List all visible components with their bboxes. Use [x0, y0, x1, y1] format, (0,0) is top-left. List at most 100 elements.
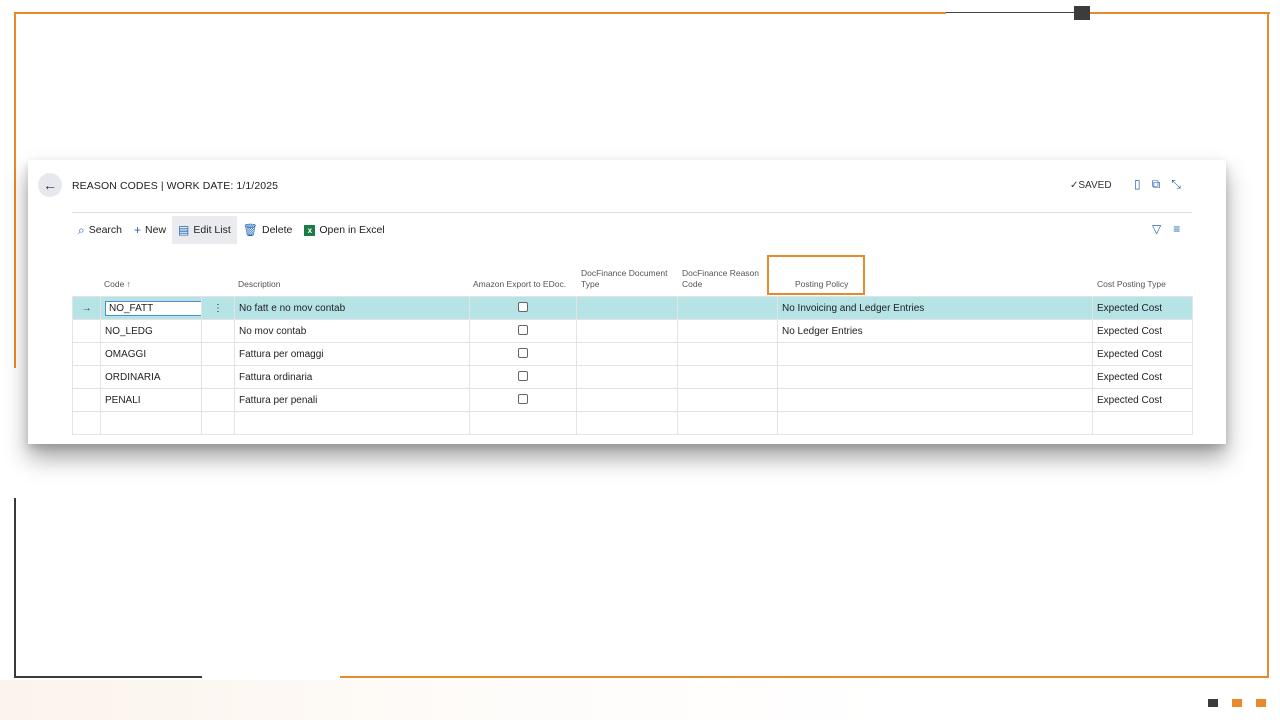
- table-row-empty[interactable]: [72, 411, 1193, 435]
- search-button[interactable]: ⌕ Search: [72, 216, 128, 244]
- posting-policy-cell[interactable]: [777, 365, 1093, 389]
- cost-posting-type-cell[interactable]: [1092, 411, 1193, 435]
- open-in-excel-button[interactable]: x Open in Excel: [298, 216, 390, 244]
- cost-posting-type-cell[interactable]: Expected Cost: [1092, 342, 1193, 366]
- column-header-code[interactable]: Code ↑: [104, 279, 131, 290]
- table-row[interactable]: ORDINARIA Fattura ordinaria Expected Cos…: [72, 365, 1193, 389]
- docfinance-document-type-cell[interactable]: [576, 365, 678, 389]
- description-cell[interactable]: Fattura per penali: [234, 388, 470, 412]
- code-input[interactable]: NO_FATT: [105, 300, 201, 316]
- table-row[interactable]: OMAGGI Fattura per omaggi Expected Cost: [72, 342, 1193, 366]
- code-cell[interactable]: OMAGGI: [100, 342, 202, 366]
- bottom-decoration: [0, 680, 1280, 720]
- docfinance-reason-code-cell[interactable]: [677, 388, 778, 412]
- description-cell[interactable]: No fatt e no mov contab: [234, 296, 470, 320]
- frame-left-line: [14, 12, 16, 368]
- description-cell[interactable]: [234, 411, 470, 435]
- row-menu-cell: [201, 411, 235, 435]
- cost-posting-type-cell[interactable]: Expected Cost: [1092, 365, 1193, 389]
- posting-policy-cell[interactable]: [777, 388, 1093, 412]
- more-icon[interactable]: ⋮: [201, 296, 235, 320]
- cost-posting-type-cell[interactable]: Expected Cost: [1092, 319, 1193, 343]
- column-header-description[interactable]: Description: [238, 279, 281, 290]
- frame-bottom-dark-line: [14, 676, 202, 678]
- row-indicator: [72, 365, 101, 389]
- edit-list-icon: ▤: [178, 223, 190, 237]
- amazon-export-cell[interactable]: [469, 319, 577, 343]
- description-cell[interactable]: No mov contab: [234, 319, 470, 343]
- amazon-export-cell[interactable]: [469, 388, 577, 412]
- table-row[interactable]: NO_LEDG No mov contab No Ledger Entries …: [72, 319, 1193, 343]
- row-menu-cell: [201, 342, 235, 366]
- header-line: DocFinance Reason: [682, 268, 760, 278]
- back-arrow-icon[interactable]: ←: [38, 173, 62, 197]
- page-title: REASON CODES | WORK DATE: 1/1/2025: [72, 180, 279, 192]
- docfinance-reason-code-cell[interactable]: [677, 296, 778, 320]
- cost-posting-type-cell[interactable]: Expected Cost: [1092, 388, 1193, 412]
- cost-posting-type-cell[interactable]: Expected Cost: [1092, 296, 1193, 320]
- amazon-export-cell[interactable]: [469, 365, 577, 389]
- header-line: Code: [682, 279, 703, 289]
- column-header-docfinance-document-type[interactable]: DocFinance Document Type: [581, 268, 667, 290]
- column-header-docfinance-reason-code[interactable]: DocFinance Reason Code: [682, 268, 759, 290]
- column-header-posting-policy[interactable]: Posting Policy: [795, 279, 848, 290]
- amazon-export-cell[interactable]: [469, 411, 577, 435]
- reason-codes-grid: Code ↑ Description Amazon Export to EDoc…: [72, 252, 1193, 435]
- row-arrow-icon: →: [72, 296, 101, 320]
- docfinance-reason-code-cell[interactable]: [677, 365, 778, 389]
- amazon-export-cell[interactable]: [469, 342, 577, 366]
- code-cell[interactable]: ORDINARIA: [100, 365, 202, 389]
- filter-icon[interactable]: ▽: [1152, 222, 1161, 236]
- posting-policy-cell[interactable]: [777, 342, 1093, 366]
- delete-button[interactable]: 🗑 Delete: [237, 216, 299, 244]
- slide-dots: [1208, 699, 1266, 707]
- posting-policy-cell[interactable]: No Ledger Entries: [777, 319, 1093, 343]
- docfinance-document-type-cell[interactable]: [576, 296, 678, 320]
- column-header-amazon-export[interactable]: Amazon Export to EDoc.: [473, 279, 566, 290]
- code-cell[interactable]: NO_FATT: [100, 296, 202, 320]
- amazon-export-checkbox[interactable]: [518, 324, 528, 335]
- open-new-window-icon[interactable]: ⧉: [1152, 177, 1161, 192]
- row-indicator: [72, 342, 101, 366]
- table-row[interactable]: → NO_FATT ⋮ No fatt e no mov contab No I…: [72, 296, 1193, 320]
- grid-table: → NO_FATT ⋮ No fatt e no mov contab No I…: [72, 296, 1193, 435]
- frame-left-dark-line: [14, 498, 16, 678]
- search-label: Search: [88, 224, 123, 236]
- bookmark-icon[interactable]: ▯: [1134, 177, 1141, 192]
- column-header-cost-posting-type[interactable]: Cost Posting Type: [1097, 279, 1166, 290]
- amazon-export-checkbox[interactable]: [518, 347, 528, 358]
- frame-top-dark-line: [946, 12, 1074, 13]
- code-cell[interactable]: [100, 411, 202, 435]
- amazon-export-checkbox[interactable]: [518, 301, 528, 312]
- frame-corner-square: [1074, 6, 1090, 20]
- code-cell[interactable]: NO_LEDG: [100, 319, 202, 343]
- docfinance-document-type-cell[interactable]: [576, 342, 678, 366]
- collapse-icon[interactable]: ⤡: [1171, 177, 1181, 192]
- row-menu-cell: [201, 365, 235, 389]
- table-row[interactable]: PENALI Fattura per penali Expected Cost: [72, 388, 1193, 412]
- amazon-export-cell[interactable]: [469, 296, 577, 320]
- docfinance-reason-code-cell[interactable]: [677, 342, 778, 366]
- new-button[interactable]: + New: [128, 216, 172, 244]
- edit-list-button[interactable]: ▤ Edit List: [172, 216, 237, 244]
- docfinance-document-type-cell[interactable]: [576, 388, 678, 412]
- code-cell[interactable]: PENALI: [100, 388, 202, 412]
- new-label: New: [145, 224, 167, 236]
- posting-policy-cell[interactable]: No Invoicing and Ledger Entries: [777, 296, 1093, 320]
- search-icon: ⌕: [78, 222, 85, 237]
- amazon-export-checkbox[interactable]: [518, 370, 528, 381]
- description-cell[interactable]: Fattura per omaggi: [234, 342, 470, 366]
- frame-top-line: [14, 12, 946, 14]
- docfinance-document-type-cell[interactable]: [576, 411, 678, 435]
- delete-label: Delete: [261, 224, 293, 236]
- excel-icon: x: [304, 224, 316, 236]
- row-indicator: [72, 411, 101, 435]
- description-cell[interactable]: Fattura ordinaria: [234, 365, 470, 389]
- list-icon[interactable]: ≡: [1173, 222, 1180, 236]
- docfinance-reason-code-cell[interactable]: [677, 411, 778, 435]
- posting-policy-cell[interactable]: [777, 411, 1093, 435]
- docfinance-document-type-cell[interactable]: [576, 319, 678, 343]
- docfinance-reason-code-cell[interactable]: [677, 319, 778, 343]
- amazon-export-checkbox[interactable]: [518, 393, 528, 404]
- open-excel-label: Open in Excel: [319, 224, 385, 236]
